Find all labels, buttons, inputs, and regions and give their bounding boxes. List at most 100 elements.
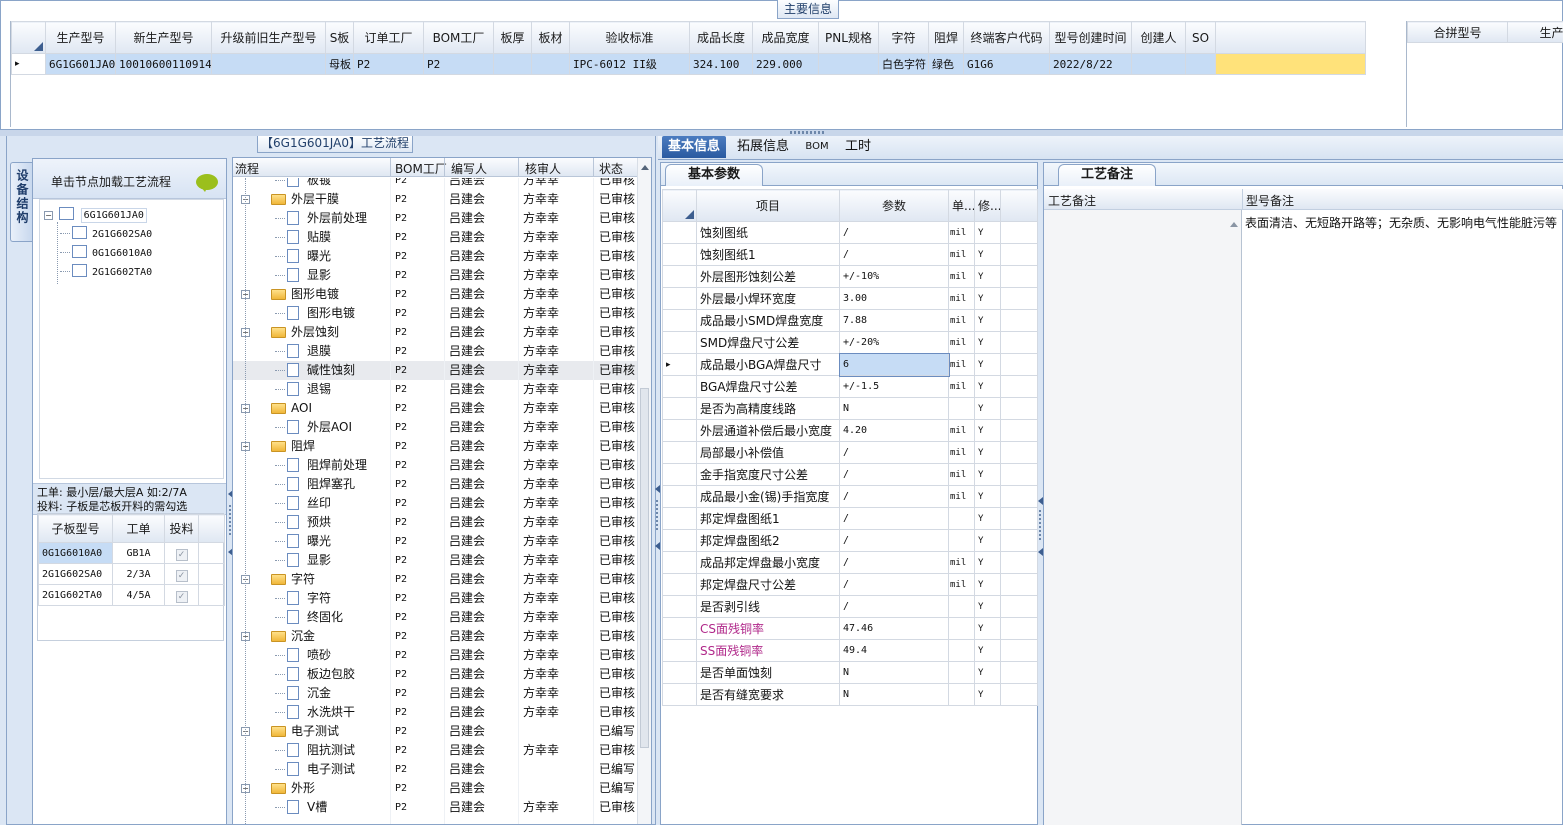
table-row[interactable]: 是否有缝宽要求 N Y — [662, 683, 1038, 706]
flow-row[interactable]: − 图形电镀 P2 吕建会 方幸幸 已审核 — [233, 285, 637, 304]
param-unit[interactable]: mil — [948, 463, 975, 486]
flow-col-reviewer[interactable]: 核审人 — [525, 160, 561, 177]
feed-checkbox[interactable]: ✓ — [175, 548, 188, 561]
param-item[interactable]: 邦定焊盘图纸1 — [696, 507, 840, 530]
param-unit[interactable] — [948, 529, 975, 552]
flow-row[interactable]: − 沉金 P2 吕建会 方幸幸 已审核 — [233, 627, 637, 646]
param-mod[interactable]: Y — [974, 309, 1001, 332]
flow-row[interactable]: 板边包胶 P2 吕建会 方幸幸 已审核 — [233, 665, 637, 684]
param-mod[interactable]: Y — [974, 551, 1001, 574]
param-item[interactable]: 外层通道补偿后最小宽度 — [696, 419, 840, 442]
param-value[interactable]: N — [839, 397, 949, 420]
mid-pane-grip-icon[interactable] — [656, 500, 658, 530]
table-row[interactable]: 局部最小补偿值 / mil Y — [662, 441, 1038, 464]
tab-0[interactable]: 基本信息 — [662, 136, 726, 158]
param-value[interactable]: 49.4 — [839, 639, 949, 662]
flow-row[interactable]: − 外形 P2 吕建会 已编写 — [233, 779, 637, 798]
params-title-tab[interactable]: 基本参数 — [665, 164, 763, 186]
param-mod[interactable]: Y — [974, 573, 1001, 596]
table-row[interactable]: 外层图形蚀刻公差 +/-10% mil Y — [662, 265, 1038, 288]
param-unit[interactable] — [948, 507, 975, 530]
param-item[interactable]: 是否有缝宽要求 — [696, 683, 840, 706]
main-col-header[interactable]: 验收标准 — [569, 21, 690, 54]
main-cell[interactable]: G1G6 — [963, 53, 1050, 75]
main-cell[interactable]: 2022/8/22 — [1049, 53, 1132, 75]
merge-col-header[interactable]: 合拼型号 — [1407, 21, 1508, 43]
table-row[interactable]: 邦定焊盘尺寸公差 / mil Y — [662, 573, 1038, 596]
main-cell[interactable]: 10010600110914 — [115, 53, 212, 75]
main-cell[interactable] — [211, 53, 326, 75]
param-mod[interactable]: Y — [974, 353, 1001, 376]
sub-order-cell[interactable]: 4/5A — [112, 584, 165, 606]
main-col-header[interactable]: S板 — [325, 21, 354, 54]
param-item[interactable]: 金手指宽度尺寸公差 — [696, 463, 840, 486]
sub-feed-cell[interactable]: ✓ — [164, 584, 199, 606]
sub-col-header[interactable]: 投料 — [164, 514, 199, 543]
merge-col-header[interactable]: 生产型 — [1507, 21, 1563, 43]
flow-col-status[interactable]: 状态 — [599, 160, 623, 177]
main-col-header[interactable]: 型号创建时间 — [1049, 21, 1132, 54]
flow-row[interactable]: 外层AOI P2 吕建会 方幸幸 已审核 — [233, 418, 637, 437]
main-col-header[interactable]: PNL规格 — [818, 21, 879, 54]
param-value[interactable]: / — [839, 463, 949, 486]
param-col-header[interactable]: 单... — [948, 189, 975, 222]
param-value[interactable]: 6 — [838, 352, 950, 377]
param-unit[interactable]: mil — [948, 221, 975, 244]
main-cell[interactable]: 6G1G601JA0 — [45, 53, 116, 75]
param-value[interactable]: / — [839, 573, 949, 596]
tab-3[interactable]: 工时 — [840, 136, 876, 158]
collapse-mid-arrow-2-icon[interactable] — [655, 542, 660, 550]
flow-col-process[interactable]: 流程 — [235, 160, 259, 177]
param-unit[interactable]: mil — [948, 243, 975, 266]
flow-row[interactable]: 碱性蚀刻 P2 吕建会 方幸幸 已审核 — [233, 361, 637, 380]
param-col-header[interactable]: 项目 — [696, 189, 840, 222]
collapse-mid-arrow-icon[interactable] — [655, 485, 660, 493]
param-item[interactable]: BGA焊盘尺寸公差 — [696, 375, 840, 398]
flow-col-writer[interactable]: 编写人 — [451, 160, 487, 177]
param-value[interactable]: +/-20% — [839, 331, 949, 354]
param-value[interactable]: 3.00 — [839, 287, 949, 310]
table-row[interactable]: SS面残铜率 49.4 Y — [662, 639, 1038, 662]
main-cell[interactable]: IPC-6012 II级 — [569, 53, 690, 75]
main-col-header[interactable]: 终端客户代码 — [963, 21, 1050, 54]
param-col-header[interactable]: 参数 — [839, 189, 949, 222]
table-row[interactable]: 是否单面蚀刻 N Y — [662, 661, 1038, 684]
table-row[interactable]: 蚀刻图纸 / mil Y — [662, 221, 1038, 244]
sub-feed-cell[interactable]: ✓ — [164, 563, 199, 585]
param-item[interactable]: 局部最小补偿值 — [696, 441, 840, 464]
param-mod[interactable]: Y — [974, 661, 1001, 684]
param-value[interactable]: / — [839, 551, 949, 574]
param-mod[interactable]: Y — [974, 507, 1001, 530]
param-value[interactable]: / — [839, 529, 949, 552]
param-value[interactable]: 4.20 — [839, 419, 949, 442]
main-cell[interactable]: 白色字符 — [878, 53, 929, 75]
flow-row[interactable]: 字符 P2 吕建会 方幸幸 已审核 — [233, 589, 637, 608]
sub-model-cell[interactable]: 2G1G602SA0 — [38, 563, 113, 585]
param-item[interactable]: 是否单面蚀刻 — [696, 661, 840, 684]
param-item[interactable]: 成品最小金(锡)手指宽度 — [696, 485, 840, 508]
flow-row[interactable]: 丝印 P2 吕建会 方幸幸 已审核 — [233, 494, 637, 513]
main-col-header[interactable]: 订单工厂 — [353, 21, 424, 54]
param-mod[interactable]: Y — [974, 375, 1001, 398]
flow-row[interactable]: 阻抗测试 P2 吕建会 方幸幸 已审核 — [233, 741, 637, 760]
select-all-corner[interactable] — [662, 189, 697, 222]
table-row[interactable]: 成品最小SMD焊盘宽度 7.88 mil Y — [662, 309, 1038, 332]
flow-row[interactable]: − 外层蚀刻 P2 吕建会 方幸幸 已审核 — [233, 323, 637, 342]
remark-scroll-up-icon[interactable] — [1230, 222, 1238, 227]
param-mod[interactable]: Y — [974, 287, 1001, 310]
param-mod[interactable]: Y — [974, 397, 1001, 420]
param-unit[interactable] — [948, 661, 975, 684]
table-row[interactable]: BGA焊盘尺寸公差 +/-1.5 mil Y — [662, 375, 1038, 398]
main-col-header[interactable]: 板厚 — [493, 21, 532, 54]
param-value[interactable]: +/-10% — [839, 265, 949, 288]
flow-row[interactable]: 外层前处理 P2 吕建会 方幸幸 已审核 — [233, 209, 637, 228]
param-item[interactable]: 成品最小SMD焊盘宽度 — [696, 309, 840, 332]
process-remark-area[interactable] — [1044, 210, 1242, 825]
param-value[interactable]: / — [839, 441, 949, 464]
param-mod[interactable]: Y — [974, 331, 1001, 354]
flow-row[interactable]: V槽 P2 吕建会 方幸幸 已审核 — [233, 798, 637, 817]
param-unit[interactable]: mil — [948, 573, 975, 596]
sub-feed-cell[interactable]: ✓ — [164, 542, 199, 564]
table-row[interactable]: 0G1G6010A0 GB1A ✓ — [38, 542, 225, 564]
param-value[interactable]: / — [839, 221, 949, 244]
